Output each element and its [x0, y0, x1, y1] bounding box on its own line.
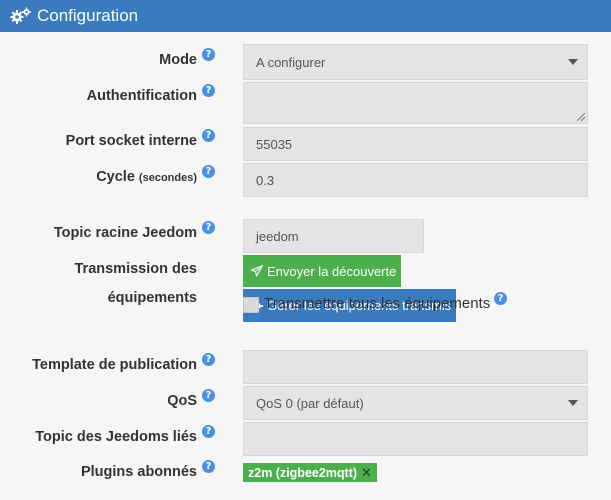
transmission-label-line1: Transmission des [74, 261, 198, 277]
mode-select[interactable]: A configurer [243, 44, 588, 80]
qos-value: QoS 0 (par défaut) [256, 395, 364, 411]
caret-down-icon [568, 59, 578, 65]
plugin-tag-label: z2m (zigbee2mqtt) [248, 465, 358, 480]
cycle-input[interactable]: 0.3 [243, 163, 588, 197]
port-input[interactable]: 55035 [243, 127, 588, 161]
help-icon[interactable]: ? [202, 221, 215, 234]
help-icon[interactable]: ? [202, 129, 215, 142]
help-icon[interactable]: ? [494, 292, 507, 305]
help-icon[interactable]: ? [202, 84, 215, 97]
help-icon[interactable]: ? [202, 353, 215, 366]
cycle-value: 0.3 [256, 172, 275, 188]
transmission-label-line2: équipements [107, 290, 197, 306]
topic-root-input[interactable]: jeedom [243, 219, 424, 253]
linked-topics-label: Topic des Jeedoms liés [35, 429, 197, 445]
template-input[interactable] [243, 350, 588, 384]
qos-select[interactable]: QoS 0 (par défaut) [243, 386, 588, 420]
send-discovery-label: Envoyer la découverte [267, 263, 397, 279]
transmit-all-checkbox[interactable] [243, 297, 259, 313]
paper-plane-icon [251, 265, 263, 277]
port-value: 55035 [256, 136, 293, 152]
plugin-tag: z2m (zigbee2mqtt) ✕ [243, 463, 377, 482]
mode-label: Mode [159, 52, 197, 68]
linked-topics-input[interactable] [243, 422, 588, 456]
help-icon[interactable]: ? [202, 460, 215, 473]
mode-value: A configurer [256, 54, 326, 70]
help-icon[interactable]: ? [202, 48, 215, 61]
gears-icon [10, 7, 32, 25]
caret-down-icon [568, 400, 578, 406]
qos-label: QoS [167, 393, 197, 409]
resize-handle-icon[interactable] [577, 113, 585, 121]
header-title: Configuration [37, 6, 139, 25]
topic-root-label: Topic racine Jeedom [53, 225, 197, 241]
help-icon[interactable]: ? [202, 425, 215, 438]
auth-textarea[interactable] [243, 82, 588, 124]
port-label: Port socket interne [65, 133, 197, 149]
template-label: Template de publication [32, 357, 197, 373]
topic-root-value: jeedom [256, 228, 299, 244]
transmit-all-label: Transmettre tous les équipements [264, 295, 491, 312]
help-icon[interactable]: ? [202, 165, 215, 178]
config-header: Configuration [0, 0, 611, 32]
auth-label: Authentification [86, 88, 197, 104]
plugins-label: Plugins abonnés [80, 464, 197, 480]
send-discovery-button[interactable]: Envoyer la découverte [243, 255, 401, 287]
cycle-label-text: Cycle [96, 169, 135, 185]
help-icon[interactable]: ? [202, 389, 215, 402]
cycle-unit: (secondes) [138, 172, 197, 184]
remove-tag-icon[interactable]: ✕ [361, 465, 372, 481]
cycle-label: Cycle (secondes) [96, 169, 197, 185]
